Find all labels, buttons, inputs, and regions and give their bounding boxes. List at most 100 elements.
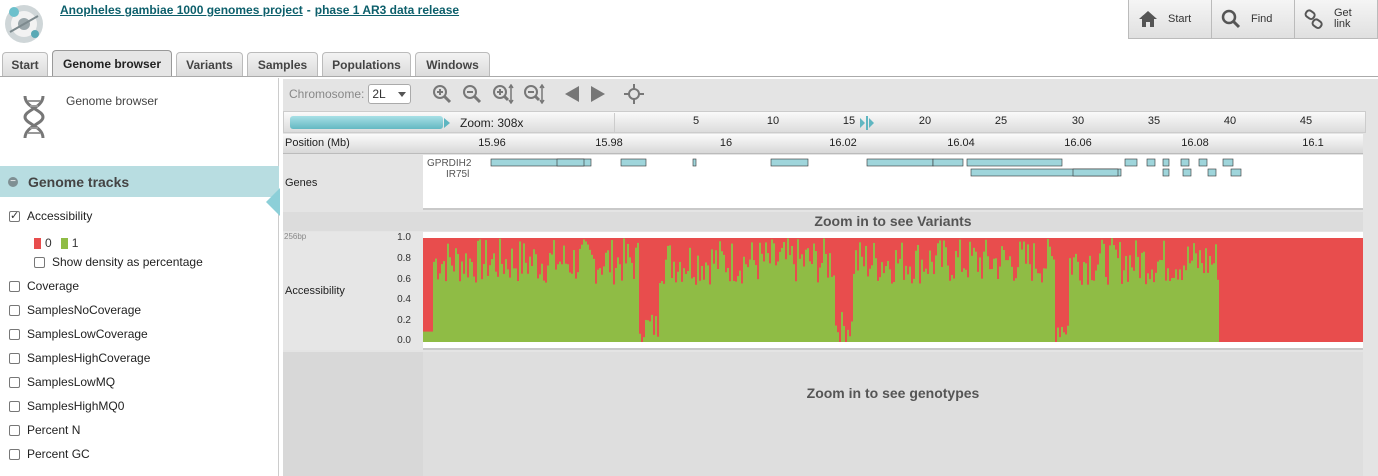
accessibility-bar[interactable] [981, 278, 983, 342]
accessibility-bar[interactable] [773, 243, 775, 342]
accessibility-bar[interactable] [497, 276, 499, 342]
accessibility-bar[interactable] [947, 265, 949, 342]
accessibility-bar[interactable] [1213, 263, 1215, 342]
accessibility-bar[interactable] [657, 336, 659, 342]
accessibility-bar[interactable] [491, 259, 493, 342]
collapse-panel-handle[interactable] [266, 188, 280, 216]
accessibility-bar[interactable] [961, 271, 963, 342]
accessibility-bar[interactable] [649, 321, 651, 342]
accessibility-bar[interactable] [529, 256, 531, 342]
accessibility-bar[interactable] [919, 283, 921, 342]
accessibility-bar[interactable] [913, 278, 915, 342]
accessibility-bar[interactable] [725, 272, 727, 342]
gene-feature[interactable] [1198, 158, 1208, 167]
accessibility-bar[interactable] [829, 253, 831, 342]
accessibility-bar[interactable] [531, 265, 533, 342]
accessibility-bar[interactable] [987, 256, 989, 342]
accessibility-bar[interactable] [749, 259, 751, 342]
accessibility-bar[interactable] [1121, 283, 1123, 342]
accessibility-bar[interactable] [791, 245, 793, 342]
accessibility-bar[interactable] [539, 274, 541, 342]
accessibility-bar[interactable] [609, 272, 611, 342]
tab-windows[interactable]: Windows [415, 52, 490, 76]
accessibility-bar[interactable] [775, 265, 777, 342]
accessibility-bar[interactable] [1115, 249, 1117, 342]
accessibility-bar[interactable] [521, 273, 523, 342]
accessibility-bar[interactable] [1189, 263, 1191, 342]
checkbox-icon[interactable] [9, 304, 20, 316]
accessibility-bar[interactable] [923, 271, 925, 342]
track-coverage[interactable]: Coverage [9, 279, 79, 293]
accessibility-bar[interactable] [471, 261, 473, 342]
accessibility-bar[interactable] [951, 274, 953, 342]
accessibility-bar[interactable] [1187, 246, 1189, 342]
accessibility-bar[interactable] [897, 263, 899, 342]
accessibility-bar[interactable] [709, 284, 711, 342]
gene-feature[interactable] [620, 158, 647, 167]
gene-feature[interactable] [1162, 168, 1170, 177]
accessibility-bar[interactable] [1123, 270, 1125, 342]
accessibility-bar[interactable] [435, 258, 437, 342]
accessibility-bar[interactable] [1041, 282, 1043, 342]
accessibility-bar[interactable] [655, 316, 657, 342]
accessibility-bar[interactable] [1035, 268, 1037, 342]
accessibility-bar[interactable] [753, 260, 755, 342]
accessibility-bar[interactable] [721, 251, 723, 342]
accessibility-bar[interactable] [447, 243, 449, 342]
accessibility-bar[interactable] [1127, 281, 1129, 342]
track-samples-low-mq[interactable]: SamplesLowMQ [9, 375, 115, 389]
accessibility-bar[interactable] [847, 329, 849, 342]
accessibility-bar[interactable] [1195, 253, 1197, 342]
accessibility-bar[interactable] [1203, 273, 1205, 342]
accessibility-bar[interactable] [485, 240, 487, 342]
accessibility-bar[interactable] [543, 280, 545, 342]
accessibility-bar[interactable] [569, 272, 571, 342]
accessibility-bar[interactable] [467, 277, 469, 342]
accessibility-bar[interactable] [651, 314, 653, 342]
accessibility-bar[interactable] [735, 281, 737, 342]
accessibility-bar[interactable] [1063, 332, 1065, 342]
accessibility-bar[interactable] [645, 319, 647, 342]
accessibility-bar[interactable] [743, 256, 745, 342]
tab-populations[interactable]: Populations [322, 52, 411, 76]
accessibility-bar[interactable] [1097, 264, 1099, 342]
accessibility-bar[interactable] [1207, 272, 1209, 342]
accessibility-bar[interactable] [715, 250, 717, 342]
accessibility-bar[interactable] [607, 250, 609, 342]
accessibility-bar[interactable] [967, 277, 969, 342]
accessibility-bar[interactable] [559, 261, 561, 342]
accessibility-bar[interactable] [669, 245, 671, 342]
accessibility-bar[interactable] [905, 265, 907, 342]
accessibility-bar[interactable] [765, 242, 767, 342]
accessibility-bar[interactable] [989, 269, 991, 342]
accessibility-bar[interactable] [459, 281, 461, 342]
accessibility-bar[interactable] [481, 279, 483, 342]
accessibility-bar[interactable] [1153, 282, 1155, 342]
accessibility-bar[interactable] [861, 256, 863, 342]
zoom-out-icon[interactable] [461, 83, 483, 105]
accessibility-bar[interactable] [983, 251, 985, 342]
accessibility-bar[interactable] [917, 244, 919, 342]
accessibility-bar[interactable] [965, 269, 967, 342]
accessibility-bar[interactable] [1155, 272, 1157, 342]
accessibility-bar[interactable] [473, 276, 475, 342]
gene-feature[interactable] [966, 158, 1063, 167]
accessibility-bar[interactable] [929, 250, 931, 342]
accessibility-bar[interactable] [781, 247, 783, 342]
accessibility-bar[interactable] [1209, 256, 1211, 342]
accessibility-bar[interactable] [711, 249, 713, 342]
accessibility-bar[interactable] [683, 268, 685, 342]
accessibility-bar[interactable] [633, 278, 635, 342]
zoom-in-icon[interactable] [431, 83, 453, 105]
accessibility-bar[interactable] [1103, 243, 1105, 342]
accessibility-bar[interactable] [859, 242, 861, 342]
checkbox-checked-icon[interactable]: ✓ [9, 210, 20, 222]
accessibility-bar[interactable] [1039, 273, 1041, 342]
accessibility-bar[interactable] [639, 333, 641, 342]
accessibility-bar[interactable] [621, 280, 623, 342]
accessibility-bar[interactable] [991, 269, 993, 342]
accessibility-bar[interactable] [1085, 263, 1087, 342]
accessibility-bar[interactable] [801, 254, 803, 342]
checkbox-icon[interactable] [9, 280, 20, 292]
accessibility-bar[interactable] [653, 334, 655, 342]
